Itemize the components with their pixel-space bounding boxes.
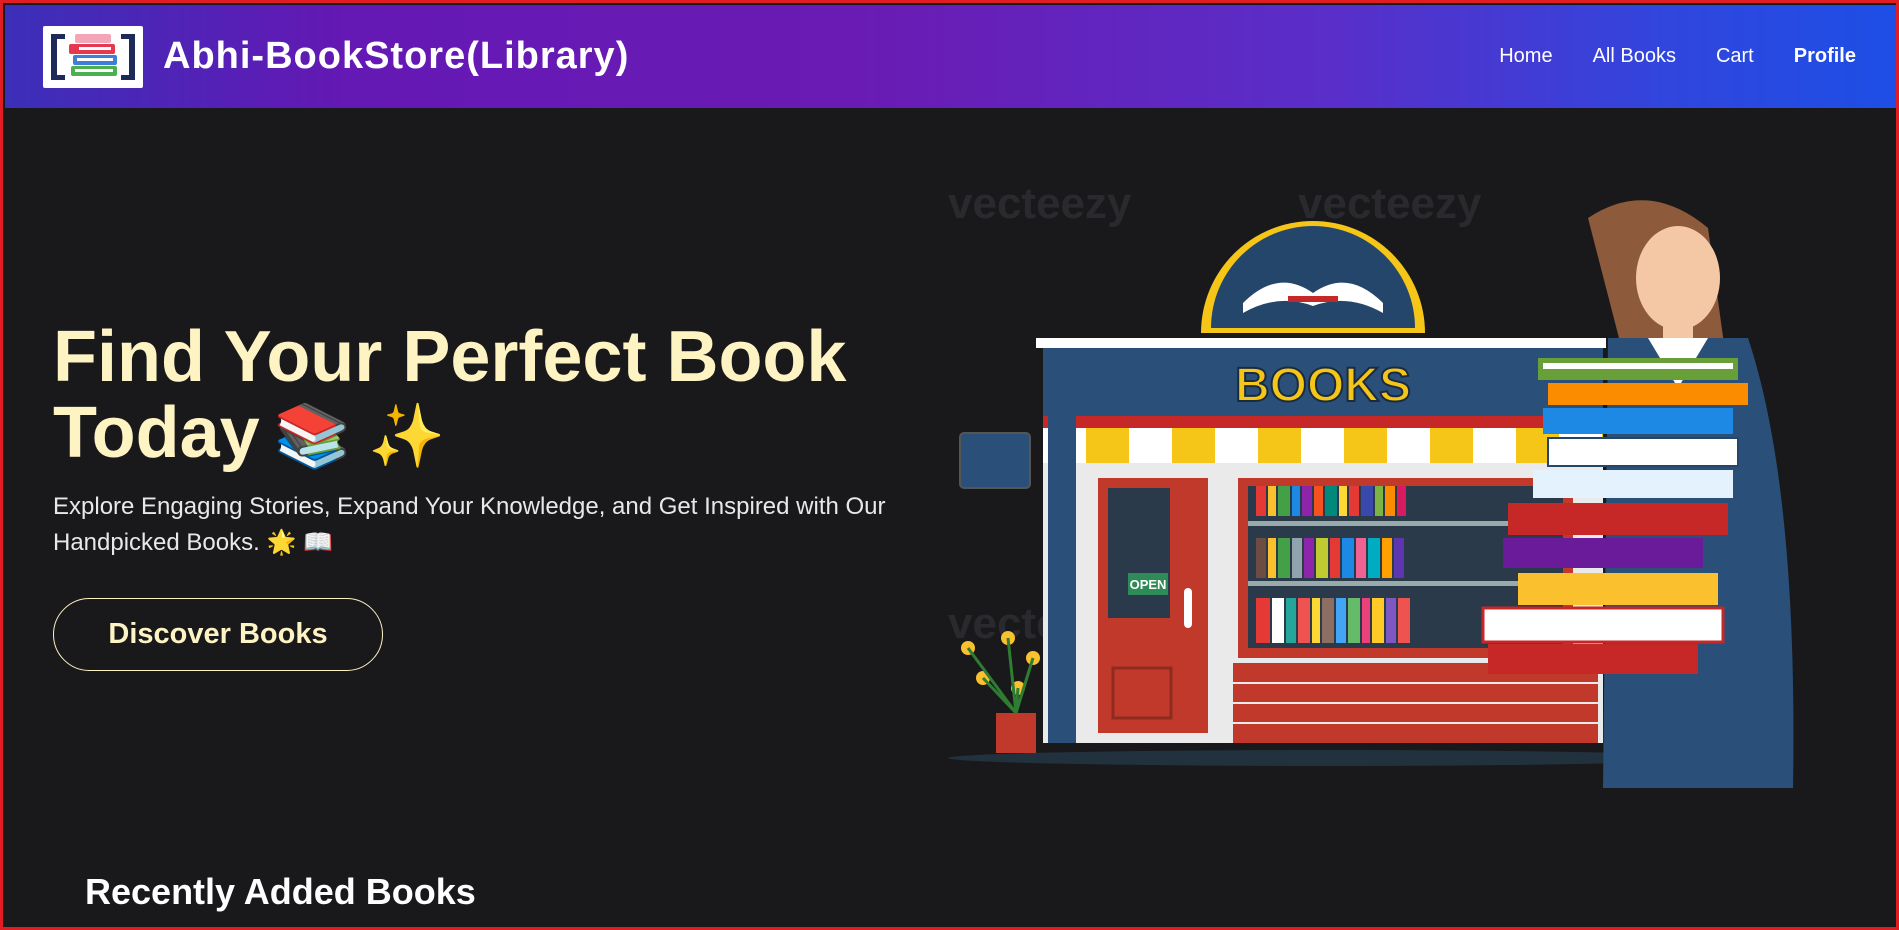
- shop-sign-text: BOOKS: [1235, 359, 1411, 412]
- nav-home-link[interactable]: Home: [1499, 45, 1552, 68]
- hero-title-text: Find Your Perfect Book Today: [53, 317, 847, 473]
- open-sign-text: OPEN: [1130, 577, 1167, 592]
- books-stack-icon: [43, 25, 143, 88]
- nav-cart-link[interactable]: Cart: [1716, 45, 1754, 68]
- hero-subtitle-line2: Handpicked Books. 🌟 📖: [53, 529, 333, 556]
- navbar: Abhi-BookStore(Library) Home All Books C…: [5, 5, 1896, 108]
- nav-profile-link[interactable]: Profile: [1794, 45, 1856, 68]
- hero-subtitle-line1: Explore Engaging Stories, Expand Your Kn…: [53, 493, 886, 520]
- main-nav: Home All Books Cart Profile: [1499, 5, 1856, 108]
- app-title: Abhi-BookStore(Library): [163, 35, 630, 77]
- nav-all-books-link[interactable]: All Books: [1593, 45, 1676, 68]
- brand[interactable]: Abhi-BookStore(Library): [43, 25, 630, 88]
- bookstore-illustration: vecteezy vecteezy vecteezy vecteezy BOOK…: [948, 179, 1848, 803]
- hero-title: Find Your Perfect Book Today 📚 ✨: [53, 319, 953, 475]
- discover-books-button[interactable]: Discover Books: [53, 598, 383, 671]
- app-frame: Abhi-BookStore(Library) Home All Books C…: [0, 0, 1899, 930]
- watermark-text: vecteezy: [948, 188, 1132, 228]
- hero-subtitle: Explore Engaging Stories, Expand Your Kn…: [53, 489, 953, 561]
- books-sparkles-emoji: 📚 ✨: [273, 402, 446, 471]
- recently-added-heading: Recently Added Books: [85, 871, 476, 912]
